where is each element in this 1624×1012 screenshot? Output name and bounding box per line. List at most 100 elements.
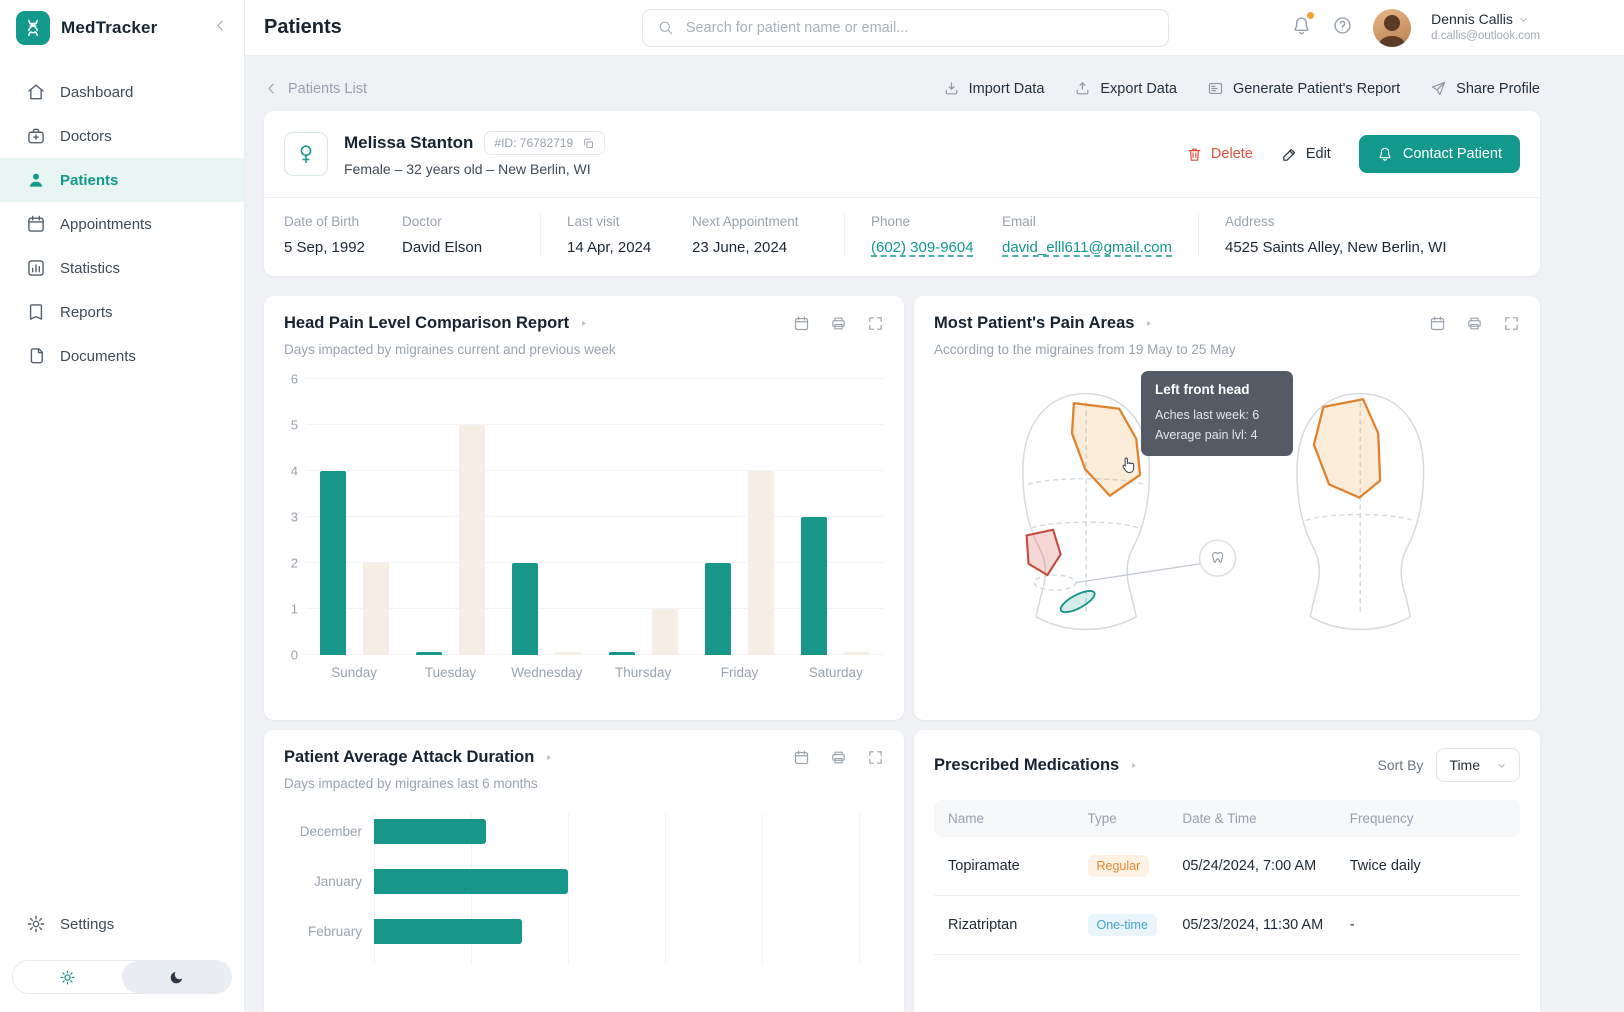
field-value[interactable]: (602) 309-9604 (871, 239, 984, 256)
medications-title: Prescribed Medications (934, 756, 1139, 775)
generate-patient-s-report-button[interactable]: Generate Patient's Report (1207, 80, 1400, 97)
light-mode-button[interactable] (13, 961, 122, 993)
field-value[interactable]: david_elll611@gmail.com (1002, 239, 1180, 256)
contact-patient-button[interactable]: Contact Patient (1359, 135, 1520, 173)
tooth-marker[interactable] (1200, 540, 1236, 576)
hbar[interactable] (374, 869, 568, 894)
bar-current-week[interactable] (801, 517, 827, 655)
header-right: Dennis Callis d.callis@outlook.com (1291, 9, 1540, 47)
top-header: Patients Dennis Callis (245, 0, 1624, 56)
sidebar-item-settings[interactable]: Settings (0, 902, 244, 946)
patient-fields: Date of Birth 5 Sep, 1992Doctor David El… (264, 197, 1540, 276)
sidebar-item-statistics[interactable]: Statistics (0, 246, 244, 290)
patient-top: Melissa Stanton #ID: 76782719 Female – 3… (264, 111, 1540, 197)
sidebar-item-appointments[interactable]: Appointments (0, 202, 244, 246)
print-button[interactable] (1466, 315, 1483, 332)
patient-field-date-of-birth: Date of Birth 5 Sep, 1992 (284, 214, 402, 256)
share-profile-button[interactable]: Share Profile (1430, 80, 1540, 97)
import-data-button[interactable]: Import Data (943, 80, 1045, 97)
expand-button[interactable] (867, 315, 884, 332)
medication-frequency: - (1350, 917, 1506, 933)
user-menu[interactable]: Dennis Callis d.callis@outlook.com (1431, 12, 1540, 43)
sidebar-item-patients[interactable]: Patients (0, 158, 244, 202)
bar-previous-week[interactable] (844, 652, 870, 655)
y-tick: 3 (291, 510, 298, 525)
sidebar-item-documents[interactable]: Documents (0, 334, 244, 378)
medication-frequency: Twice daily (1350, 858, 1506, 874)
pain-areas-diagram[interactable]: Left front head Aches last week: 6 Avera… (934, 371, 1520, 679)
bar-previous-week[interactable] (748, 471, 774, 655)
search-input[interactable] (684, 19, 1154, 37)
sidebar-item-reports[interactable]: Reports (0, 290, 244, 334)
patient-card: Melissa Stanton #ID: 76782719 Female – 3… (264, 111, 1540, 276)
dna-icon (23, 18, 43, 38)
x-label: Friday (691, 665, 787, 680)
doctors-icon (26, 126, 46, 146)
column-header-frequency: Frequency (1350, 811, 1506, 826)
export-data-button[interactable]: Export Data (1074, 80, 1177, 97)
field-label: Date of Birth (284, 214, 384, 229)
bar-current-week[interactable] (705, 563, 731, 655)
delete-button[interactable]: Delete (1186, 146, 1253, 163)
y-tick: 1 (291, 602, 298, 617)
copy-icon[interactable] (582, 137, 595, 150)
field-value: 5 Sep, 1992 (284, 239, 384, 256)
calendar-button[interactable] (1429, 315, 1446, 332)
notifications-button[interactable] (1291, 15, 1312, 41)
sidebar-collapse-button[interactable] (213, 18, 228, 38)
print-button[interactable] (830, 315, 847, 332)
medications-table-body: Topiramate Regular 05/24/2024, 7:00 AM T… (934, 837, 1520, 955)
sort-by-select[interactable]: Time (1436, 748, 1520, 782)
chart-subtitle: Days impacted by migraines last 6 months (284, 776, 884, 791)
bar-previous-week[interactable] (363, 563, 389, 655)
patient-summary: Female – 32 years old – New Berlin, WI (344, 161, 605, 177)
column-header-name: Name (948, 811, 1088, 826)
sidebar-item-label: Reports (60, 304, 113, 321)
patient-actions: Delete Edit Contact Patient (1186, 135, 1520, 173)
bar-previous-week[interactable] (555, 652, 581, 655)
moon-icon (168, 969, 185, 986)
sidebar-item-label: Documents (60, 348, 136, 365)
pencil-icon (1281, 146, 1298, 163)
medication-row-rizatriptan[interactable]: Rizatriptan One-time 05/23/2024, 11:30 A… (934, 896, 1520, 955)
bar-current-week[interactable] (416, 652, 442, 655)
calendar-button[interactable] (793, 749, 810, 766)
hbar[interactable] (374, 819, 486, 844)
chart-title: Most Patient's Pain Areas (934, 314, 1154, 333)
sidebar-bottom: Settings (0, 902, 244, 1012)
y-tick: 0 (291, 648, 298, 663)
print-button[interactable] (830, 749, 847, 766)
bar-current-week[interactable] (320, 471, 346, 655)
medication-row-topiramate[interactable]: Topiramate Regular 05/24/2024, 7:00 AM T… (934, 837, 1520, 896)
report-card-icon (1207, 80, 1224, 97)
hbar[interactable] (374, 919, 522, 944)
sidebar-item-dashboard[interactable]: Dashboard (0, 70, 244, 114)
back-to-patients-list[interactable]: Patients List (264, 81, 367, 97)
sidebar-item-doctors[interactable]: Doctors (0, 114, 244, 158)
bar-current-week[interactable] (512, 563, 538, 655)
search-bar[interactable] (642, 9, 1169, 47)
bar-previous-week[interactable] (459, 425, 485, 655)
expand-button[interactable] (867, 749, 884, 766)
expand-button[interactable] (1503, 315, 1520, 332)
calendar-button[interactable] (793, 315, 810, 332)
patient-field-phone: Phone (602) 309-9604 (844, 214, 1002, 256)
medications-table: NameTypeDate & TimeFrequency Topiramate … (934, 800, 1520, 955)
bar-group-saturday (788, 379, 884, 655)
bar-current-week[interactable] (609, 652, 635, 655)
bar-previous-week[interactable] (652, 609, 678, 655)
chart-title: Patient Average Attack Duration (284, 748, 554, 767)
help-button[interactable] (1332, 15, 1353, 41)
dark-mode-button[interactable] (122, 961, 231, 993)
theme-toggle[interactable] (12, 960, 232, 994)
breadcrumb-row: Patients List Import Data Export Data Gene… (264, 80, 1540, 97)
field-label: Phone (871, 214, 984, 229)
hbar-label: December (284, 824, 362, 839)
avatar[interactable] (1373, 9, 1411, 47)
hbar-row-december: December (284, 819, 884, 844)
medtracker-app: MedTracker DashboardDoctorsPatientsAppoi… (0, 0, 1624, 1012)
hbar-track (374, 819, 884, 844)
pain-level-yaxis: 0123456 (284, 379, 306, 655)
hbar-row-february: February (284, 919, 884, 944)
edit-button[interactable]: Edit (1281, 146, 1331, 163)
